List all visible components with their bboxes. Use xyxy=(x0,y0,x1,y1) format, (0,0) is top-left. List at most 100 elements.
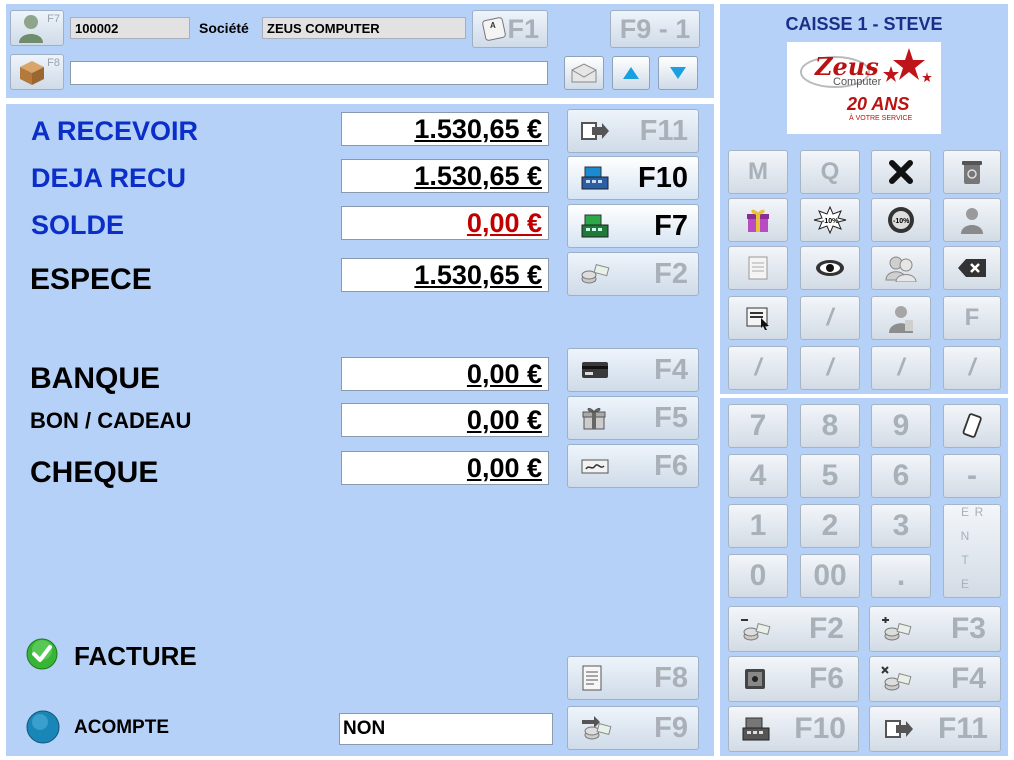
f9-1-button[interactable]: F9 - 1 xyxy=(610,10,700,48)
f2-withdraw-key[interactable]: F2 xyxy=(728,606,859,652)
f10-register-key[interactable]: F10 xyxy=(728,706,859,752)
deposit-coins-icon xyxy=(582,716,612,740)
view-key[interactable] xyxy=(800,246,860,290)
f10-key-label: F10 xyxy=(794,712,846,745)
f4-cut-key[interactable]: F4 xyxy=(869,656,1001,702)
f8-invoice-button[interactable]: F8 xyxy=(567,656,699,700)
triangle-down-icon xyxy=(670,67,686,79)
slash-key-4[interactable]: / xyxy=(871,346,931,390)
svg-text:-10%: -10% xyxy=(822,218,839,225)
triangle-up-icon xyxy=(623,67,639,79)
digit-0-key[interactable]: 0 xyxy=(728,554,788,598)
trash-key[interactable] xyxy=(943,150,1001,194)
backspace-icon xyxy=(958,259,986,277)
digit-7-key[interactable]: 7 xyxy=(728,404,788,448)
f3-add-key[interactable]: F3 xyxy=(869,606,1001,652)
safe-icon xyxy=(745,669,765,689)
scroll-up-button[interactable] xyxy=(612,56,650,90)
deja-recu-amount: 1.530,65 € xyxy=(341,159,549,193)
double-zero-key[interactable]: 00 xyxy=(800,554,860,598)
digit-4-key[interactable]: 4 xyxy=(728,454,788,498)
coins-minus-icon xyxy=(741,619,771,641)
digit-2-key[interactable]: 2 xyxy=(800,504,860,548)
f5-gift-button[interactable]: F5 xyxy=(567,396,699,440)
f11-exit-button[interactable]: F11 xyxy=(567,109,699,153)
acompte-label: ACOMPTE xyxy=(74,717,169,738)
espece-label: ESPECE xyxy=(30,263,152,296)
eraser-icon xyxy=(962,413,982,438)
digit-6-key[interactable]: 6 xyxy=(871,454,931,498)
f11-exit-key[interactable]: F11 xyxy=(869,706,1001,752)
digit-3-key[interactable]: 3 xyxy=(871,504,931,548)
cash-register-icon xyxy=(581,166,609,190)
f7-key-label: F7 xyxy=(47,13,60,25)
delete-line-key[interactable] xyxy=(871,150,931,194)
f2-cash-button[interactable]: F2 xyxy=(567,252,699,296)
eye-icon xyxy=(816,260,844,276)
a-recevoir-amount: 1.530,65 € xyxy=(341,112,549,146)
discount-burst-key[interactable]: -10% xyxy=(800,198,860,242)
clear-key[interactable] xyxy=(943,404,1001,448)
f9-deposit-button[interactable]: F9 xyxy=(567,706,699,750)
enter-key[interactable]: E N T E R xyxy=(943,504,1001,598)
client-code-field[interactable]: 100002 xyxy=(70,17,190,39)
societe-label: Société xyxy=(199,20,249,36)
coins-plus-icon xyxy=(882,617,912,641)
exit-grey-icon xyxy=(885,720,913,738)
f-key[interactable]: F xyxy=(943,296,1001,340)
bon-cadeau-amount[interactable]: 0,00 € xyxy=(341,403,549,437)
f4-key-label: F4 xyxy=(950,662,986,695)
cheque-amount[interactable]: 0,00 € xyxy=(341,451,549,485)
person-grey-icon xyxy=(961,208,983,234)
f6-cheque-button[interactable]: F6 xyxy=(567,444,699,488)
logo-sub: Computer xyxy=(833,76,882,88)
acompte-field[interactable]: NON xyxy=(339,713,553,745)
slash-key-5[interactable]: / xyxy=(943,346,1001,390)
seller-key[interactable] xyxy=(943,198,1001,242)
backspace-key[interactable] xyxy=(943,246,1001,290)
article-button-f8[interactable]: F8 xyxy=(10,54,64,90)
person-headset-icon xyxy=(889,306,913,333)
digit-9-key[interactable]: 9 xyxy=(871,404,931,448)
f9-label: F9 xyxy=(654,711,688,744)
cash-register-green-icon xyxy=(581,214,609,238)
q-key[interactable]: Q xyxy=(800,150,860,194)
slash-key-1[interactable]: / xyxy=(800,296,860,340)
banque-amount[interactable]: 0,00 € xyxy=(341,357,549,391)
exit-icon xyxy=(581,122,609,140)
scroll-down-button[interactable] xyxy=(658,56,698,90)
espece-amount[interactable]: 1.530,65 € xyxy=(341,258,549,292)
discount-circle-key[interactable]: -10% xyxy=(871,198,931,242)
digit-1-key[interactable]: 1 xyxy=(728,504,788,548)
bon-cadeau-label: BON / CADEAU xyxy=(30,408,192,433)
document-key[interactable] xyxy=(728,246,788,290)
f6-safe-key[interactable]: F6 xyxy=(728,656,859,702)
societe-field[interactable]: ZEUS COMPUTER xyxy=(262,17,466,39)
document-icon xyxy=(748,256,768,280)
m-key[interactable]: M xyxy=(728,150,788,194)
facture-check-icon[interactable] xyxy=(26,638,58,670)
f10-register-button[interactable]: F10 xyxy=(567,156,699,200)
mail-button[interactable] xyxy=(564,56,604,90)
coins-cross-icon xyxy=(881,666,912,691)
f7-register-button[interactable]: F7 xyxy=(567,204,699,248)
search-input[interactable] xyxy=(70,61,548,85)
f1-button[interactable]: A F1 xyxy=(472,10,548,48)
envelope-icon xyxy=(571,63,597,83)
digit-8-key[interactable]: 8 xyxy=(800,404,860,448)
gift-key[interactable] xyxy=(728,198,788,242)
minus-key[interactable]: - xyxy=(943,454,1001,498)
decimal-key[interactable]: . xyxy=(871,554,931,598)
edit-list-key[interactable] xyxy=(728,296,788,340)
f4-card-button[interactable]: F4 xyxy=(567,348,699,392)
slash-key-2[interactable]: / xyxy=(728,346,788,390)
client-button-f7[interactable]: F7 xyxy=(10,10,64,46)
user-support-key[interactable] xyxy=(871,296,931,340)
acompte-radio-icon[interactable] xyxy=(26,710,60,744)
digit-5-key[interactable]: 5 xyxy=(800,454,860,498)
box-icon xyxy=(20,61,44,85)
slash-key-3[interactable]: / xyxy=(800,346,860,390)
customers-key[interactable] xyxy=(871,246,931,290)
caisse-title: CAISSE 1 - STEVE xyxy=(785,14,943,34)
f8-key-label: F8 xyxy=(47,57,60,69)
